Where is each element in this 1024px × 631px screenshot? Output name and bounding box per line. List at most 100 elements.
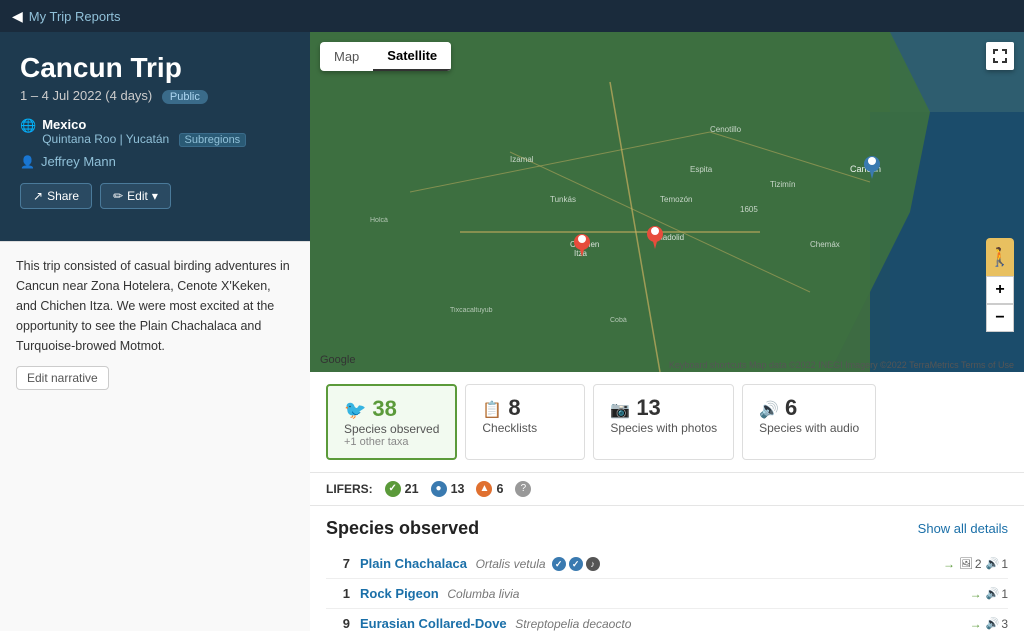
map-svg: Cancún Chichen Itza Valladolid Izamal Tu… [310, 32, 1024, 372]
arrow-icon: → [970, 587, 982, 601]
trip-dates: 1 – 4 Jul 2022 (4 days) Public [20, 88, 290, 103]
subregions-badge[interactable]: Subregions [179, 133, 247, 147]
sidebar-narrative: This trip consisted of casual birding ad… [0, 241, 310, 631]
lifer-orange-count: 6 [496, 482, 503, 496]
stat-label-checklists: Checklists [482, 421, 568, 435]
svg-text:Tunkás: Tunkás [550, 195, 576, 204]
species-latin: Ortalis vetula [476, 557, 546, 571]
species-section: Species observed Show all details 7 Plai… [310, 506, 1024, 631]
stat-audio[interactable]: 🔊 6 Species with audio [742, 384, 876, 460]
public-badge: Public [162, 90, 208, 104]
map-zoom-controls: + − [986, 276, 1014, 332]
location-row: 🌐 Mexico Quintana Roo | Yucatán Subregio… [20, 117, 290, 146]
main-layout: Cancun Trip 1 – 4 Jul 2022 (4 days) Publ… [0, 32, 1024, 631]
trip-title: Cancun Trip [20, 52, 290, 84]
stat-label-audio: Species with audio [759, 421, 859, 435]
species-latin: Columba livia [447, 587, 519, 601]
species-icons: ✓ ✓ ♪ [552, 557, 600, 571]
fullscreen-icon [993, 49, 1007, 63]
map-container: Cancún Chichen Itza Valladolid Izamal Tu… [310, 32, 1024, 372]
svg-text:Cenotillo: Cenotillo [710, 125, 742, 134]
species-header: Species observed Show all details [326, 518, 1008, 539]
audio-count: 🔊1 [986, 557, 1008, 571]
google-credit: Google [320, 354, 355, 366]
audio-count: 🔊1 [986, 587, 1008, 601]
lifer-green-icon: ✓ [385, 481, 401, 497]
svg-text:Tixcacaltuyub: Tixcacaltuyub [450, 307, 493, 314]
species-count: 9 [326, 616, 350, 631]
user-row: 👤 Jeffrey Mann [20, 154, 290, 169]
svg-text:Izamal: Izamal [510, 155, 534, 164]
species-name[interactable]: Eurasian Collared-Dove [360, 616, 507, 631]
stat-sublabel-species: +1 other taxa [344, 436, 439, 448]
stat-label-photos: Species with photos [610, 421, 717, 435]
species-right: → 🔊1 [970, 587, 1008, 601]
author-name[interactable]: Jeffrey Mann [41, 154, 116, 169]
country-name[interactable]: Mexico [42, 117, 86, 132]
species-title: Species observed [326, 518, 479, 539]
stat-number-checklists: 8 [508, 395, 520, 421]
arrow-icon: → [970, 617, 982, 631]
species-right: → 🔊3 [970, 617, 1008, 631]
species-list: 7 Plain Chachalaca Ortalis vetula ✓ ✓ ♪ … [326, 549, 1008, 631]
audio-count: 🔊3 [986, 617, 1008, 631]
stat-photos[interactable]: 📷 13 Species with photos [593, 384, 734, 460]
svg-text:Cobá: Cobá [610, 317, 627, 324]
top-nav: ◀ My Trip Reports [0, 0, 1024, 32]
map-terms: Keyboard shortcuts Map data ©2022 INEGI … [669, 360, 1014, 370]
species-right: → 🖼2 🔊1 [943, 557, 1008, 571]
map-tabs: Map Satellite [320, 42, 451, 71]
share-icon: ↗ [33, 189, 43, 203]
sidebar-top: Cancun Trip 1 – 4 Jul 2022 (4 days) Publ… [0, 32, 310, 241]
species-count: 1 [326, 586, 350, 601]
user-icon: 👤 [20, 155, 35, 169]
stat-species-observed[interactable]: 🐦 38 Species observed +1 other taxa [326, 384, 457, 460]
map-tab-map[interactable]: Map [320, 42, 373, 71]
edit-icon: ✏ [113, 189, 123, 203]
species-info: Eurasian Collared-Dove Streptopelia deca… [360, 616, 631, 631]
svg-text:Temozón: Temozón [660, 195, 692, 204]
map-tab-satellite[interactable]: Satellite [373, 42, 451, 71]
show-all-link[interactable]: Show all details [918, 521, 1008, 536]
species-count: 7 [326, 556, 350, 571]
svg-text:Espita: Espita [690, 165, 713, 174]
lifer-orange: ▲ 6 [476, 481, 503, 497]
svg-text:1605: 1605 [740, 205, 758, 214]
photo-count: 🖼2 [959, 557, 982, 571]
action-buttons: ↗ Share ✏ Edit ▾ [20, 183, 290, 209]
species-name[interactable]: Plain Chachalaca [360, 556, 467, 571]
stats-bar: 🐦 38 Species observed +1 other taxa 📋 8 … [310, 372, 1024, 473]
svg-text:Tizimín: Tizimín [770, 180, 795, 189]
streetview-icon[interactable]: 🚶 [986, 238, 1014, 276]
edit-dropdown-icon: ▾ [152, 189, 158, 203]
checklist-icon-2: ✓ [569, 557, 583, 571]
lifers-label: LIFERS: [326, 482, 373, 496]
lifers-row: LIFERS: ✓ 21 ● 13 ▲ 6 ? [310, 473, 1024, 506]
species-name[interactable]: Rock Pigeon [360, 586, 439, 601]
svg-text:Chemáx: Chemáx [810, 240, 840, 249]
stat-number-photos: 13 [636, 395, 660, 421]
lifer-blue: ● 13 [431, 481, 465, 497]
location-icon: 🌐 [20, 118, 36, 134]
edit-narrative-button[interactable]: Edit narrative [16, 366, 109, 390]
zoom-in-button[interactable]: + [986, 276, 1014, 304]
regions-row: Quintana Roo | Yucatán Subregions [42, 132, 246, 146]
zoom-out-button[interactable]: − [986, 304, 1014, 332]
lifers-help-icon[interactable]: ? [515, 481, 531, 497]
edit-button[interactable]: ✏ Edit ▾ [100, 183, 171, 209]
nav-back-label[interactable]: My Trip Reports [29, 9, 121, 24]
species-info: Rock Pigeon Columba livia [360, 586, 519, 601]
sidebar: Cancun Trip 1 – 4 Jul 2022 (4 days) Publ… [0, 32, 310, 631]
table-row: 7 Plain Chachalaca Ortalis vetula ✓ ✓ ♪ … [326, 549, 1008, 579]
lifer-orange-icon: ▲ [476, 481, 492, 497]
table-row: 1 Rock Pigeon Columba livia → 🔊1 [326, 579, 1008, 609]
lifer-green: ✓ 21 [385, 481, 419, 497]
share-button[interactable]: ↗ Share [20, 183, 92, 209]
location-details: Mexico Quintana Roo | Yucatán Subregions [42, 117, 246, 146]
svg-text:Holcá: Holcá [370, 217, 388, 224]
table-row: 9 Eurasian Collared-Dove Streptopelia de… [326, 609, 1008, 631]
back-arrow-icon: ◀ [12, 8, 23, 25]
stat-checklists[interactable]: 📋 8 Checklists [465, 384, 585, 460]
arrow-icon: → [943, 557, 955, 571]
map-fullscreen-button[interactable] [986, 42, 1014, 70]
